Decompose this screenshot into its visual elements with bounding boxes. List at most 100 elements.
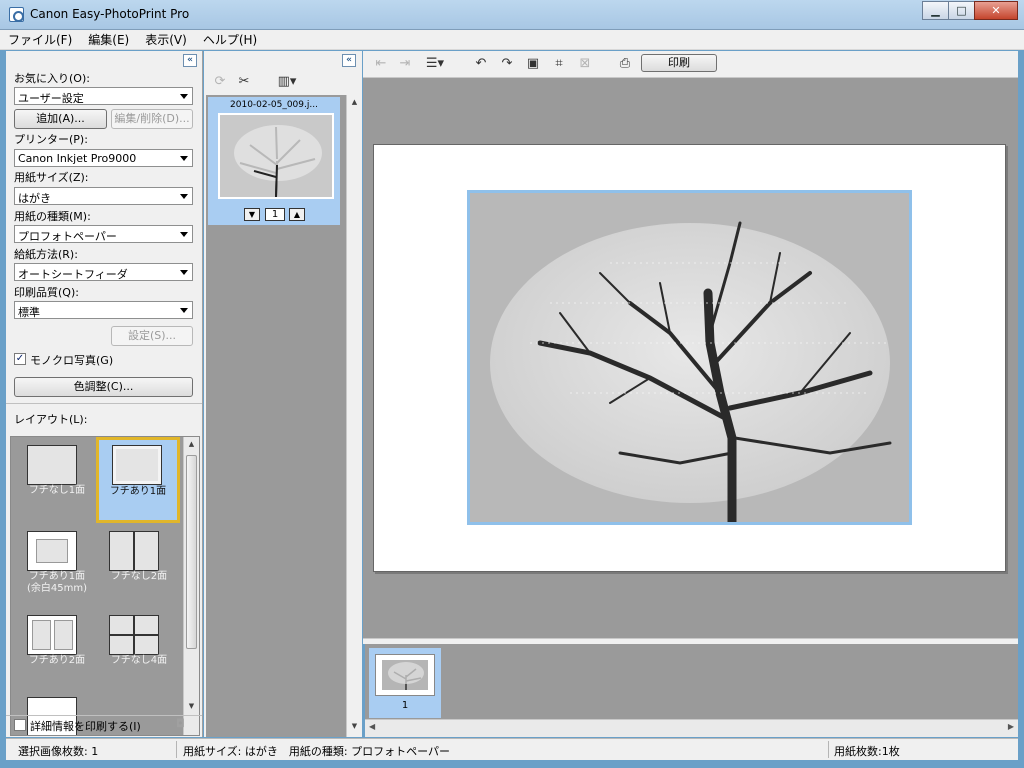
layout-icon[interactable]: ▥▾ [274,73,300,91]
divider [6,403,202,404]
paper-size-select[interactable]: はがき [14,187,193,205]
arrow-down-icon[interactable]: ▼ [244,208,260,221]
layout-item-bordered-2[interactable]: フチあり2面 [17,609,97,689]
photo-thumbnail[interactable] [218,113,334,199]
window-controls: ▁ □ ✕ [922,1,1018,20]
printer-value: Canon Inkjet Pro9000 [18,152,137,165]
menu-help[interactable]: ヘルプ(H) [203,31,257,48]
paper-source-label: 給紙方法(R): [14,248,78,261]
maximize-button[interactable]: □ [948,1,975,20]
photo-card[interactable]: 2010-02-05_009.j... ▼ 1 ▲ [208,97,340,225]
print-preview [363,78,1018,638]
scroll-up-icon[interactable]: ▲ [347,95,362,110]
quality-select[interactable]: 標準 [14,301,193,319]
close-button[interactable]: ✕ [974,1,1018,20]
rotate-icon[interactable]: ⟳ [210,73,230,91]
preview-photo[interactable] [467,190,912,527]
layout-item-borderless-2[interactable]: フチなし2面 [99,525,179,605]
scroll-left-icon[interactable]: ◀ [369,722,375,731]
media-type-value: プロフォトペーパー [18,230,117,243]
layout-item-borderless-1[interactable]: フチなし1面 [17,439,97,519]
quality-value: 標準 [18,306,40,319]
status-page-count: 用紙枚数:1枚 [834,745,900,758]
scroll-right-icon[interactable]: ▶ [1008,722,1014,731]
copies-value[interactable]: 1 [265,208,285,221]
rotate-left-icon[interactable]: ↶ [471,55,491,73]
print-button[interactable]: 印刷 [641,54,717,72]
arrow-up-icon[interactable]: ▲ [289,208,305,221]
layout-thumbnail [27,615,77,655]
layout-divider [133,532,135,570]
favorites-label: お気に入り(O): [14,72,90,85]
layout-thumbnail [27,445,77,485]
status-divider [176,741,177,758]
media-type-select[interactable]: プロフォトペーパー [14,225,193,243]
film-page-number: 1 [401,700,409,711]
next-page-icon[interactable]: ⇥ [395,55,415,73]
layout-cell [32,620,51,650]
scroll-up-icon[interactable]: ▲ [184,437,199,452]
monochrome-checkbox[interactable]: ✓ [14,353,26,365]
paper-size-value: はがき [18,192,51,205]
scroll-down-icon[interactable]: ▼ [347,719,362,734]
add-favorite-button[interactable]: 追加(A)... [14,109,107,129]
layout-caption: フチあり1面 (余白45mm) [17,571,97,595]
menu-bar: ファイル(F) 編集(E) 表示(V) ヘルプ(H) [0,30,1024,50]
menu-file[interactable]: ファイル(F) [8,31,72,48]
layout-divider [110,634,158,636]
media-type-label: 用紙の種類(M): [14,210,91,223]
status-bar: 選択画像枚数: 1 用紙サイズ: はがき 用紙の種類: プロフォトペーパー 用紙… [6,738,1018,760]
tree-image [382,660,428,690]
prev-page-icon[interactable]: ⇤ [371,55,391,73]
layout-caption: フチなし4面 [110,655,168,666]
collapse-icon[interactable]: « [183,54,197,67]
chevron-down-icon [180,194,188,199]
layout-item-bordered-1[interactable]: フチあり1面 [96,437,180,523]
status-selected-images: 選択画像枚数: 1 [18,745,99,758]
layout-scrollbar[interactable]: ▲ ▼ [183,437,199,735]
fit-icon[interactable]: ▣ [523,55,543,73]
rotate-right-icon[interactable]: ↷ [497,55,517,73]
status-divider [828,741,829,758]
photo-list-toolbar: ⟳ ✂ ▥▾ [204,69,362,95]
scroll-thumb[interactable] [186,455,197,649]
crop-icon[interactable]: ⌗ [549,55,569,73]
edit-delete-button[interactable]: 編集/削除(D)... [111,109,193,129]
printer-label: プリンター(P): [14,133,88,146]
scroll-down-icon[interactable]: ▼ [184,699,199,714]
filmstrip-scrollbar[interactable]: ◀ ▶ [365,719,1018,737]
film-page-item[interactable]: 1 [369,648,441,718]
layout-caption-line2: (余白45mm) [26,583,87,594]
collapse-icon[interactable]: « [342,54,356,67]
preview-page [373,144,1006,572]
photo-list-scrollbar[interactable]: ▲ ▼ [346,95,362,737]
paper-source-select[interactable]: オートシートフィーダ [14,263,193,281]
favorites-value: ユーザー設定 [18,92,84,105]
menu-view[interactable]: 表示(V) [145,31,187,48]
layout-item-bordered-1-margin[interactable]: フチあり1面 (余白45mm) [17,525,97,605]
preview-toolbar: ⇤ ⇥ ☰▾ ↶ ↷ ▣ ⌗ ⊠ ⎙ 印刷 [363,51,1024,78]
print-details-checkbox[interactable] [14,719,26,731]
favorites-select[interactable]: ユーザー設定 [14,87,193,105]
layout-cell [54,620,73,650]
film-page-thumbnail [375,654,435,696]
window-frame-bottom [0,760,1024,768]
page-filmstrip: 1 [365,644,1018,719]
layout-caption: フチあり1面 [109,486,167,497]
minimize-button[interactable]: ▁ [922,1,949,20]
layout-item-borderless-4[interactable]: フチなし4面 [99,609,179,689]
settings-button[interactable]: 設定(S)... [111,326,193,346]
color-adjust-button[interactable]: 色調整(C)... [14,377,193,397]
delete-icon[interactable]: ⊠ [575,55,595,73]
layout-list: フチなし1面 フチあり1面 フチあり1面 (余白45mm) フチなし2面 フチあ… [10,436,200,736]
printer-select[interactable]: Canon Inkjet Pro9000 [14,149,193,167]
page-list-icon[interactable]: ☰▾ [421,55,449,73]
trim-icon[interactable]: ✂ [234,73,254,91]
paper-size-label: 用紙サイズ(Z): [14,171,89,184]
settings-panel: « お気に入り(O): ユーザー設定 追加(A)... 編集/削除(D)... … [6,51,203,737]
menu-edit[interactable]: 編集(E) [88,31,129,48]
layout-caption: フチなし1面 [28,485,86,496]
print-preview-icon[interactable]: ⎙ [615,55,635,73]
layout-thumbnail [27,531,77,571]
tree-image [470,193,909,527]
